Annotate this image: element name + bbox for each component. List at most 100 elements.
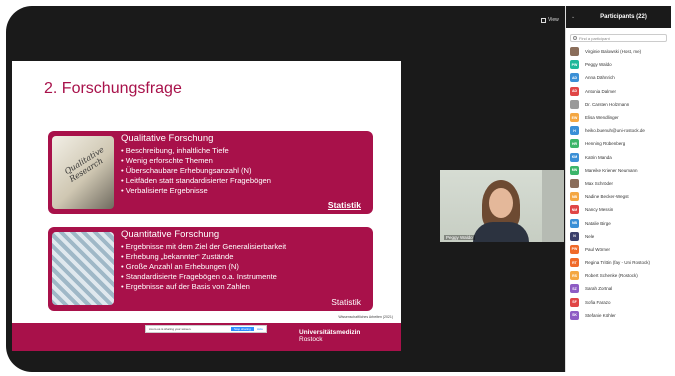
participant-item[interactable]: NM Nancy Messin xyxy=(570,203,667,216)
avatar: NB xyxy=(570,218,579,228)
participant-name: Sofia Farazo xyxy=(585,299,611,305)
participant-name: Antonia Dalmer xyxy=(585,88,617,94)
avatar: H xyxy=(570,126,579,136)
view-button[interactable]: View xyxy=(541,17,559,23)
avatar: HR xyxy=(570,139,579,149)
video-name-label: Peggy Waldo xyxy=(444,235,475,240)
image-caption: Qualitative Research xyxy=(63,144,106,184)
participant-item[interactable]: SK Stefanie Köhler xyxy=(570,309,667,322)
avatar: SZ xyxy=(570,284,579,294)
screen-share-bar: zoom.us is sharing your screen. Stop sha… xyxy=(145,325,267,333)
collapse-icon[interactable]: ⌄ xyxy=(571,14,581,20)
participant-item[interactable]: Virginie Balowski (Host, me) xyxy=(570,45,667,58)
quantitative-heading: Quantitative Forschung xyxy=(121,229,220,240)
participant-name: Mareike Kriener Neumann xyxy=(585,167,638,173)
participant-name: Dr. Carsten Holzmann xyxy=(585,101,630,107)
avatar: SK xyxy=(570,310,579,320)
participant-item[interactable]: PW Paul Wörner xyxy=(570,243,667,256)
participant-name: Elisa Wendlinger xyxy=(585,115,619,121)
statistik-label: Statistik xyxy=(331,297,361,307)
participant-search[interactable]: Find a participant xyxy=(570,34,667,42)
search-placeholder: Find a participant xyxy=(579,35,610,41)
qualitative-bullets: Beschreibung, inhaltliche Tiefe Wenig er… xyxy=(121,146,271,196)
footer-line2: Rostock xyxy=(299,336,323,343)
participant-name: Nancy Messin xyxy=(585,207,614,213)
share-message: zoom.us is sharing your screen. xyxy=(149,327,192,331)
participant-list: Virginie Balowski (Host, me) PW Peggy Wald… xyxy=(566,45,671,322)
participant-item[interactable]: NB Natalie Birge xyxy=(570,216,667,229)
avatar: PW xyxy=(570,60,579,70)
avatar: KM xyxy=(570,152,579,162)
participant-item[interactable]: KM Katrin Manda xyxy=(570,151,667,164)
footer-line1: Universitätsmedizin xyxy=(299,329,361,336)
bullet-item: Wenig erforschte Themen xyxy=(121,156,271,166)
participant-item[interactable]: AD Antonia Dalmer xyxy=(570,85,667,98)
avatar: N xyxy=(570,231,579,241)
bullet-item: Große Anzahl an Erhebungen (N) xyxy=(121,262,286,272)
university-logo-text: Universitätsmedizin Rostock xyxy=(299,329,360,343)
qualitative-research-image: Qualitative Research xyxy=(52,136,114,209)
participant-name: heiko.buenuh@uni-rostock.de xyxy=(585,128,645,134)
participant-name: Max Schröder xyxy=(585,180,614,186)
participant-name: Paul Wörner xyxy=(585,246,611,252)
bullet-item: Leitfäden statt standardisierter Fragebö… xyxy=(121,176,271,186)
numbers-image xyxy=(52,232,114,305)
qualitative-heading: Qualitative Forschung xyxy=(121,133,214,144)
avatar: MN xyxy=(570,165,579,175)
participant-item[interactable]: EW Elisa Wendlinger xyxy=(570,111,667,124)
hide-button[interactable]: Hide xyxy=(257,327,263,331)
participant-item[interactable]: Max Schröder xyxy=(570,177,667,190)
participant-item[interactable]: PW Peggy Waldo xyxy=(570,58,667,71)
participant-name: Regina Trittin (fay - Uni Rostock) xyxy=(585,260,651,266)
slide-title: 2. Forschungsfrage xyxy=(44,80,182,97)
participants-title: Participants (22) xyxy=(600,14,647,20)
quantitative-bullets: Ergebnisse mit dem Ziel der Generalisier… xyxy=(121,242,286,292)
grid-view-icon xyxy=(541,17,546,23)
bullet-item: Ergebnisse auf der Basis von Zahlen xyxy=(121,282,286,292)
avatar: SF xyxy=(570,297,579,307)
bullet-item: Verbalisierte Ergebnisse xyxy=(121,186,271,196)
avatar: NM xyxy=(570,205,579,215)
bullet-item: Standardisierte Fragebögen o.a. Instrume… xyxy=(121,272,286,282)
participant-name: Stefanie Köhler xyxy=(585,312,616,318)
participant-name: Natalie Birge xyxy=(585,220,611,226)
participant-item[interactable]: N Nele xyxy=(570,230,667,243)
participant-item[interactable]: NB Nadine Becker-Wegst xyxy=(570,190,667,203)
shared-slide: 2. Forschungsfrage Qualitative Research … xyxy=(12,61,401,351)
slide-source: Wissenschaftliches Arbeiten (2021) xyxy=(338,315,393,319)
avatar: RS xyxy=(570,271,579,281)
participant-item[interactable]: AD Anna Dähnrich xyxy=(570,71,667,84)
participant-item[interactable]: HR Henning Rübenberg xyxy=(570,137,667,150)
participant-item[interactable]: SF Sofia Farazo xyxy=(570,296,667,309)
qualitative-box: Qualitative Research Qualitative Forschu… xyxy=(48,131,373,214)
participant-item[interactable]: Hheiko.buenuh@uni-rostock.de xyxy=(570,124,667,137)
avatar: PW xyxy=(570,244,579,254)
person-body xyxy=(473,222,529,242)
participant-name: Virginie Balowski (Host, me) xyxy=(585,49,642,55)
bullet-item: Erhebung „bekannter“ Zustände xyxy=(121,252,286,262)
view-label: View xyxy=(548,17,559,23)
bullet-item: Beschreibung, inhaltliche Tiefe xyxy=(121,146,271,156)
stop-sharing-button[interactable]: Stop sharing xyxy=(230,327,254,331)
background-shelf xyxy=(542,170,564,242)
video-tile[interactable]: Peggy Waldo xyxy=(440,170,564,242)
participant-item[interactable]: RS Robert Schenke (Rostock) xyxy=(570,269,667,282)
search-icon xyxy=(573,36,577,40)
participant-item[interactable]: Dr. Carsten Holzmann xyxy=(570,98,667,111)
participant-name: Nadine Becker-Wegst xyxy=(585,194,629,200)
avatar: RT xyxy=(570,258,579,268)
quantitative-box: Quantitative Forschung Ergebnisse mit de… xyxy=(48,227,373,311)
participant-name: Nele xyxy=(585,233,595,239)
avatar xyxy=(570,178,579,188)
bullet-item: Ergebnisse mit dem Ziel der Generalisier… xyxy=(121,242,286,252)
participant-item[interactable]: SZ Sarah Zortnal xyxy=(570,282,667,295)
statistik-label: Statistik xyxy=(327,200,361,210)
avatar xyxy=(570,47,579,57)
participant-name: Robert Schenke (Rostock) xyxy=(585,273,638,279)
participant-name: Peggy Waldo xyxy=(585,62,612,68)
participant-name: Anna Dähnrich xyxy=(585,75,615,81)
participant-name: Sarah Zortnal xyxy=(585,286,613,292)
participant-item[interactable]: MN Mareike Kriener Neumann xyxy=(570,164,667,177)
person-face xyxy=(489,188,513,218)
participant-item[interactable]: RT Regina Trittin (fay - Uni Rostock) xyxy=(570,256,667,269)
